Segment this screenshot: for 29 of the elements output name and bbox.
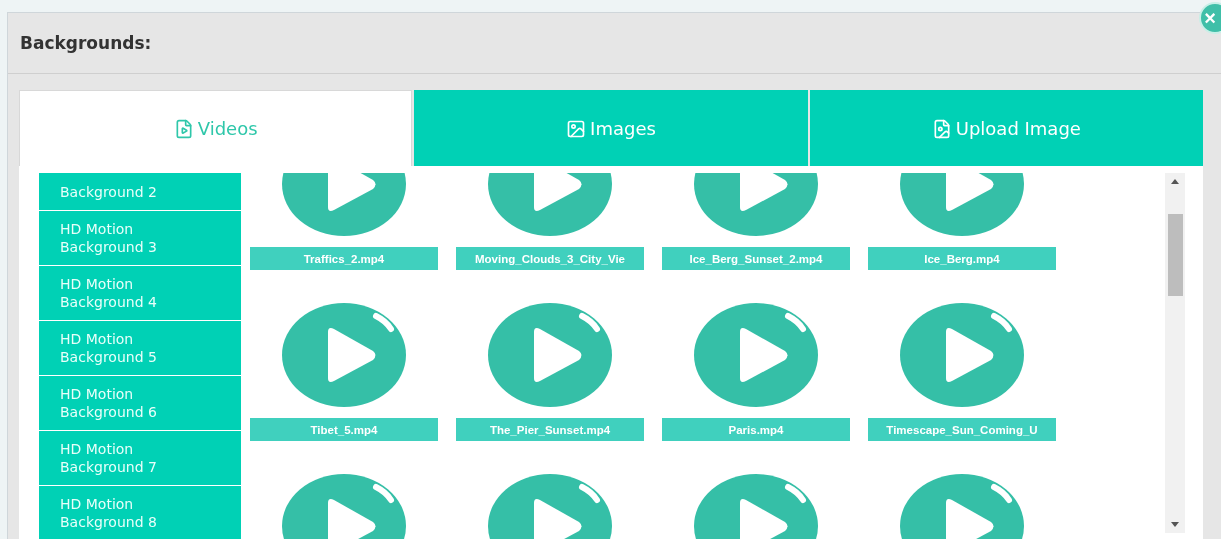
dialog-title: Backgrounds: xyxy=(20,33,152,53)
tab[interactable]: Images xyxy=(414,90,808,166)
sidebar-item[interactable]: HD Motion Background 6 xyxy=(39,376,241,430)
sidebar-item[interactable]: HD Motion Background 3 xyxy=(39,211,241,265)
play-icon[interactable] xyxy=(899,302,1025,408)
video-name-label[interactable]: Timescape_Sun_Coming_U xyxy=(868,418,1056,441)
scrollbar[interactable] xyxy=(1165,173,1185,533)
video-name-label[interactable]: Paris.mp4 xyxy=(662,418,850,441)
scrollbar-thumb[interactable] xyxy=(1168,214,1183,296)
video-name-label[interactable]: Ice_Berg.mp4 xyxy=(868,247,1056,270)
tab[interactable]: Videos xyxy=(19,90,413,166)
sidebar-item[interactable]: Background 2 xyxy=(39,173,241,210)
video-name-label[interactable]: The_Pier_Sunset.mp4 xyxy=(456,418,644,441)
scroll-up-icon[interactable] xyxy=(1171,179,1179,184)
play-icon[interactable] xyxy=(487,302,613,408)
play-icon[interactable] xyxy=(281,302,407,408)
sidebar-item[interactable]: HD Motion Background 5 xyxy=(39,321,241,375)
scroll-down-icon[interactable] xyxy=(1171,522,1179,527)
image-icon xyxy=(566,118,587,139)
sidebar-item[interactable]: HD Motion Background 4 xyxy=(39,266,241,320)
video-name-label[interactable]: Traffics_2.mp4 xyxy=(250,247,438,270)
play-icon[interactable] xyxy=(693,302,819,408)
video-name-label[interactable]: Moving_Clouds_3_City_Vie xyxy=(456,247,644,270)
sidebar-item[interactable]: HD Motion Background 8 xyxy=(39,486,241,539)
video-name-label[interactable]: Tibet_5.mp4 xyxy=(250,418,438,441)
sidebar-item[interactable]: HD Motion Background 7 xyxy=(39,431,241,485)
tab[interactable]: Upload Image xyxy=(809,90,1203,166)
close-button[interactable]: × xyxy=(1199,2,1221,34)
video-name-label[interactable]: Ice_Berg_Sunset_2.mp4 xyxy=(662,247,850,270)
